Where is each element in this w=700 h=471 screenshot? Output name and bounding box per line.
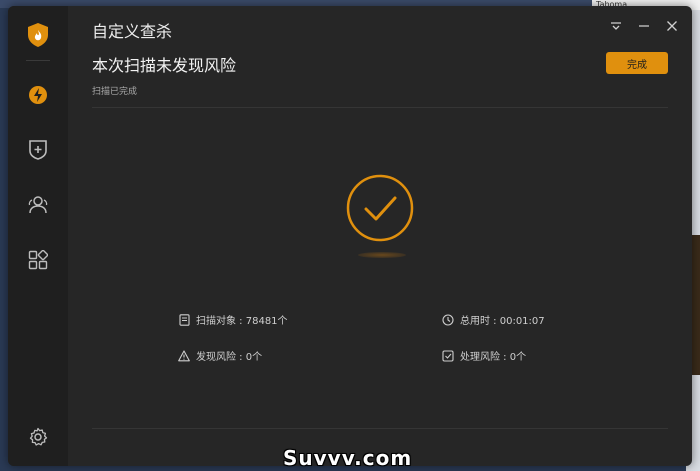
bottom-divider — [92, 428, 668, 429]
scan-window: 自定义查杀 本次扫描未发现风险 扫描已完成 完成 扫描对象: 78481个 总… — [8, 6, 692, 466]
minimize-icon[interactable] — [636, 18, 652, 34]
stat-handled-label: 处理风险 : 0个 — [460, 352, 527, 363]
main-panel: 自定义查杀 本次扫描未发现风险 扫描已完成 完成 扫描对象: 78481个 总… — [68, 6, 692, 466]
document-icon — [178, 313, 190, 326]
stat-scanned: 扫描对象 : 78481个 — [178, 312, 288, 327]
lightning-icon[interactable] — [23, 80, 53, 110]
stat-scanned-label: 扫描对象 : 78481个 — [196, 316, 288, 327]
close-icon[interactable] — [664, 18, 680, 34]
stat-elapsed: 总用时 : 00:01:07 — [442, 312, 545, 327]
result-subline: 扫描已完成 — [92, 87, 138, 97]
sidebar-divider — [26, 60, 50, 61]
shield-flame-icon — [23, 20, 53, 50]
sidebar — [8, 6, 68, 466]
checkbox-icon — [442, 349, 454, 362]
gear-icon[interactable] — [23, 422, 53, 452]
result-headline: 本次扫描未发现风险 — [92, 56, 237, 75]
shield-plus-icon[interactable] — [23, 135, 53, 165]
menu-icon[interactable] — [608, 18, 624, 34]
check-circle-icon — [346, 174, 414, 242]
apps-grid-icon[interactable] — [23, 245, 53, 275]
clock-icon — [442, 313, 454, 326]
top-divider — [92, 107, 668, 108]
warning-icon — [178, 349, 190, 362]
stat-found: 发现风险 : 0个 — [178, 348, 262, 363]
window-title: 自定义查杀 — [92, 22, 173, 41]
users-icon[interactable] — [23, 190, 53, 220]
stat-handled: 处理风险 : 0个 — [442, 348, 526, 363]
check-shadow — [358, 252, 406, 258]
done-button[interactable]: 完成 — [606, 52, 668, 74]
site-watermark: Suvvv.com — [283, 446, 413, 470]
window-controls — [608, 18, 680, 34]
background-image-edge — [692, 235, 700, 375]
stat-elapsed-label: 总用时 : 00:01:07 — [460, 316, 545, 327]
stat-found-label: 发现风险 : 0个 — [196, 352, 263, 363]
